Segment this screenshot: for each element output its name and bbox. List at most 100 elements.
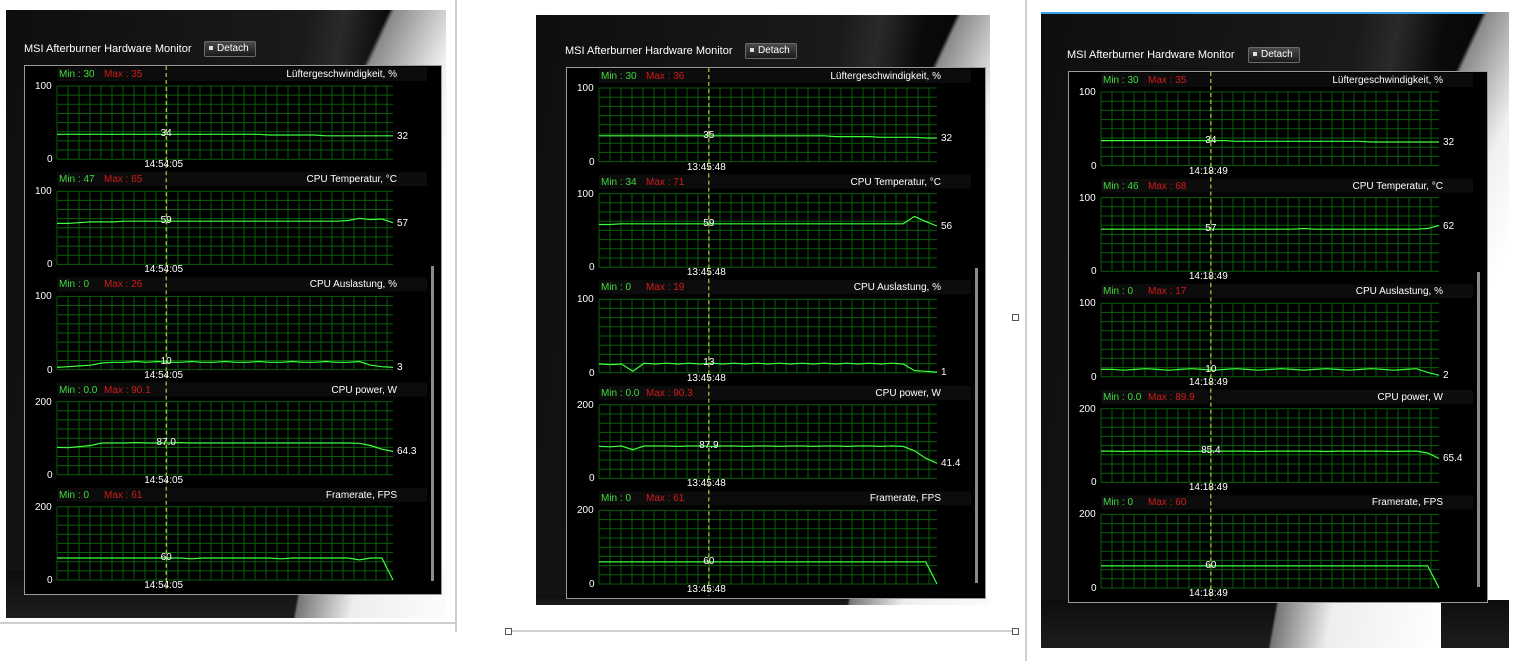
detach-button[interactable]: Detach <box>204 41 256 57</box>
cursor-time: 14:18:49 <box>1188 482 1228 494</box>
cursor-value: 60 <box>703 555 715 567</box>
y-axis-min: 0 <box>589 262 595 274</box>
cursor-value: 87.0 <box>156 436 176 448</box>
max-value: Max : 17 <box>1148 286 1187 298</box>
cursor-time: 14:54:05 <box>144 159 184 171</box>
graph-title: Framerate, FPS <box>869 493 941 505</box>
document-frame-bottom <box>508 630 1017 632</box>
document-frame-middle <box>455 0 457 632</box>
sensor-series-line <box>598 362 938 373</box>
graph-area[interactable]: Min : 30 Max : 36 Lüftergeschwindigkeit, %… <box>566 67 986 599</box>
cursor-time: 14:54:05 <box>144 474 184 486</box>
y-axis-min: 0 <box>1091 583 1097 594</box>
resize-handle-bottom[interactable] <box>1012 628 1019 635</box>
cursor-time: 14:54:05 <box>144 369 184 381</box>
cursor-value: 60 <box>160 552 172 564</box>
min-value: Min : 0 <box>601 493 632 505</box>
max-value: Max : 68 <box>1148 180 1187 192</box>
max-value: Max : 36 <box>646 71 685 82</box>
y-axis-min: 0 <box>47 575 53 586</box>
graph-grid <box>56 190 393 265</box>
graph-grid <box>598 404 937 479</box>
min-value: Min : 47 <box>59 174 95 186</box>
graph-grid <box>598 509 937 585</box>
current-value: 3 <box>397 362 403 374</box>
graph-title: CPU Auslastung, % <box>853 282 941 294</box>
document-frame-right <box>1025 0 1027 661</box>
current-value: 32 <box>1443 137 1455 149</box>
graph-grid <box>598 193 937 268</box>
min-value: Min : 0 <box>59 489 90 501</box>
max-value: Max : 35 <box>1148 75 1187 86</box>
current-value: 56 <box>941 220 953 232</box>
y-axis-min: 0 <box>47 259 53 271</box>
scrollbar[interactable] <box>431 266 434 581</box>
cursor-value: 10 <box>1205 364 1217 376</box>
panel-floor <box>1041 600 1509 648</box>
cursor-value: 10 <box>160 356 172 368</box>
cursor-time: 13:45:48 <box>686 372 726 384</box>
afterburner-panel-3: MSI Afterburner Hardware Monitor Detach … <box>1041 12 1509 648</box>
max-value: Max : 60 <box>1148 497 1187 509</box>
max-value: Max : 35 <box>104 69 143 80</box>
graph-title: Framerate, FPS <box>1371 497 1443 509</box>
scrollbar[interactable] <box>1477 272 1480 587</box>
cursor-time: 14:18:49 <box>1188 165 1228 177</box>
min-value: Min : 0.0 <box>601 387 640 399</box>
afterburner-panel-2: MSI Afterburner Hardware Monitor Detach … <box>536 15 990 605</box>
cursor-value: 35 <box>703 129 715 141</box>
cursor-value: 59 <box>703 217 715 229</box>
y-axis-max: 100 <box>35 291 52 303</box>
cursor-value: 57 <box>1205 223 1217 235</box>
sensor-series-line <box>1101 225 1440 230</box>
cursor-time: 14:54:05 <box>144 580 184 591</box>
resize-handle-right[interactable] <box>1012 314 1019 321</box>
y-axis-min: 0 <box>47 364 53 376</box>
y-axis-min: 0 <box>589 473 595 485</box>
current-value: 1 <box>941 367 947 379</box>
graph-title: CPU Temperatur, °C <box>850 176 941 188</box>
sensor-series-line <box>598 445 938 464</box>
graph-area[interactable]: Min : 30 Max : 35 Lüftergeschwindigkeit, %… <box>1068 71 1488 603</box>
graph-grid <box>56 295 393 371</box>
detach-icon <box>750 48 754 53</box>
y-axis-max: 100 <box>577 83 594 94</box>
current-value: 32 <box>941 133 953 145</box>
max-value: Max : 61 <box>646 493 685 505</box>
graph-title: Lüftergeschwindigkeit, % <box>1332 75 1443 86</box>
graph-title: Lüftergeschwindigkeit, % <box>286 69 397 80</box>
current-value: 41.4 <box>941 458 961 470</box>
min-value: Min : 0 <box>601 282 632 294</box>
max-value: Max : 65 <box>104 174 143 186</box>
y-axis-min: 0 <box>1091 371 1097 383</box>
cursor-time: 14:18:49 <box>1188 588 1228 599</box>
graph-title: CPU power, W <box>331 384 397 396</box>
current-value: 62 <box>1443 220 1455 232</box>
y-axis-min: 0 <box>1091 477 1097 489</box>
y-axis-min: 0 <box>47 469 53 481</box>
detach-button[interactable]: Detach <box>745 43 797 59</box>
min-value: Min : 30 <box>601 71 637 82</box>
max-value: Max : 61 <box>104 489 143 501</box>
cursor-value: 87.9 <box>699 440 719 452</box>
min-value: Min : 30 <box>59 69 95 80</box>
window-title: MSI Afterburner Hardware Monitor <box>24 43 192 55</box>
detach-button[interactable]: Detach <box>1248 47 1300 63</box>
resize-handle-left[interactable] <box>505 628 512 635</box>
graph-area[interactable]: Min : 30 Max : 35 Lüftergeschwindigkeit, %… <box>24 65 442 595</box>
window-title: MSI Afterburner Hardware Monitor <box>565 45 733 57</box>
graph-grid <box>598 87 937 163</box>
max-value: Max : 89.9 <box>1148 391 1195 403</box>
afterburner-panel-1: MSI Afterburner Hardware Monitor Detach … <box>6 10 446 618</box>
graph-title: Framerate, FPS <box>325 489 397 501</box>
cursor-value: 34 <box>160 128 172 140</box>
max-value: Max : 19 <box>646 282 685 294</box>
scrollbar[interactable] <box>975 268 978 583</box>
graph-grid <box>1100 408 1439 483</box>
cursor-value: 13 <box>703 357 715 369</box>
y-axis-max: 100 <box>577 294 594 306</box>
max-value: Max : 90.1 <box>104 384 151 396</box>
cursor-time: 13:45:48 <box>686 478 726 490</box>
graph-grid <box>1100 302 1439 378</box>
min-value: Min : 0 <box>59 279 90 291</box>
